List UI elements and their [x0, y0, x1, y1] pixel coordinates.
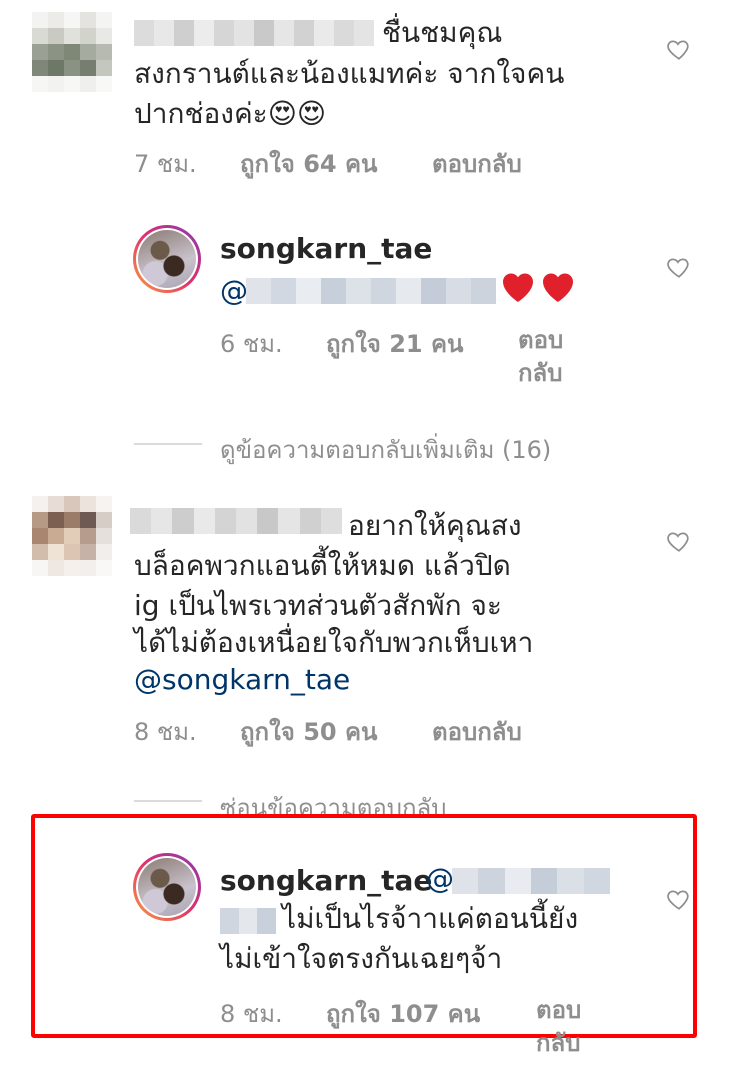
mention-link[interactable]: @songkarn_tae	[134, 661, 350, 698]
comment-text: ไม่เป็นไรจ้าาแค่ตอนนี้ยัง	[282, 902, 579, 935]
avatar-blurred[interactable]	[32, 496, 112, 576]
divider	[134, 800, 202, 802]
view-more-replies-link[interactable]: ดูข้อความตอบกลับเพิ่มเติม (16)	[220, 430, 551, 469]
mention-blurred	[246, 278, 496, 304]
likes-count-link[interactable]: ถูกใจ 107 คน	[326, 994, 480, 1033]
likes-count-link[interactable]: ถูกใจ 50 คน	[240, 712, 377, 751]
comment-time: 8 ชม.	[220, 1000, 283, 1028]
comment-text: บล็อคพวกแอนตี้ให้หมด แล้วปิด	[134, 549, 511, 582]
comment-text: ได้ไม่ต้องเหนื่อยใจกับพวกเห็บเหา	[134, 626, 534, 659]
comment-text: สงกรานต์และน้องแมทค่ะ จากใจคน	[134, 57, 565, 90]
reply-button[interactable]: ตอบกลับ	[536, 994, 581, 1060]
comment-time: 7 ชม.	[134, 150, 197, 178]
mention-link[interactable]: @	[220, 272, 248, 309]
reply-button[interactable]: ตอบกลับ	[432, 712, 522, 751]
divider	[134, 443, 202, 445]
comment-text: ชื่นชมคุณ	[382, 16, 503, 49]
comment-time: 8 ชม.	[134, 718, 197, 746]
avatar[interactable]	[133, 225, 201, 293]
avatar-blurred[interactable]	[32, 12, 112, 92]
avatar[interactable]	[133, 853, 201, 921]
comment-text: ig เป็นไพรเวทส่วนตัวสักพัก จะ	[134, 589, 502, 622]
reply-button[interactable]: ตอบกลับ	[518, 324, 563, 390]
mention-blurred	[452, 868, 610, 894]
comment-time: 6 ชม.	[220, 330, 283, 358]
username-link[interactable]: songkarn_tae	[220, 864, 432, 897]
likes-count-link[interactable]: ถูกใจ 64 คน	[240, 144, 377, 183]
heart-outline-icon[interactable]	[666, 528, 692, 554]
comment-text: ไม่เข้าใจตรงกันเฉยๆจ้า	[220, 942, 503, 975]
heart-outline-icon[interactable]	[666, 254, 692, 280]
heart-outline-icon[interactable]	[666, 886, 692, 912]
heart-outline-icon[interactable]	[666, 36, 692, 62]
username-blurred[interactable]	[130, 508, 342, 534]
mention-link[interactable]: @	[426, 860, 454, 897]
username-blurred[interactable]	[134, 20, 374, 46]
hearts-emoji	[500, 270, 576, 304]
comment-text: อยากให้คุณสง	[348, 509, 522, 542]
comment-text: ปากช่องค่ะ😍😍	[134, 97, 327, 130]
mention-blurred	[220, 908, 276, 934]
likes-count-link[interactable]: ถูกใจ 21 คน	[326, 324, 463, 363]
username-link[interactable]: songkarn_tae	[220, 232, 432, 265]
reply-button[interactable]: ตอบกลับ	[432, 144, 522, 183]
